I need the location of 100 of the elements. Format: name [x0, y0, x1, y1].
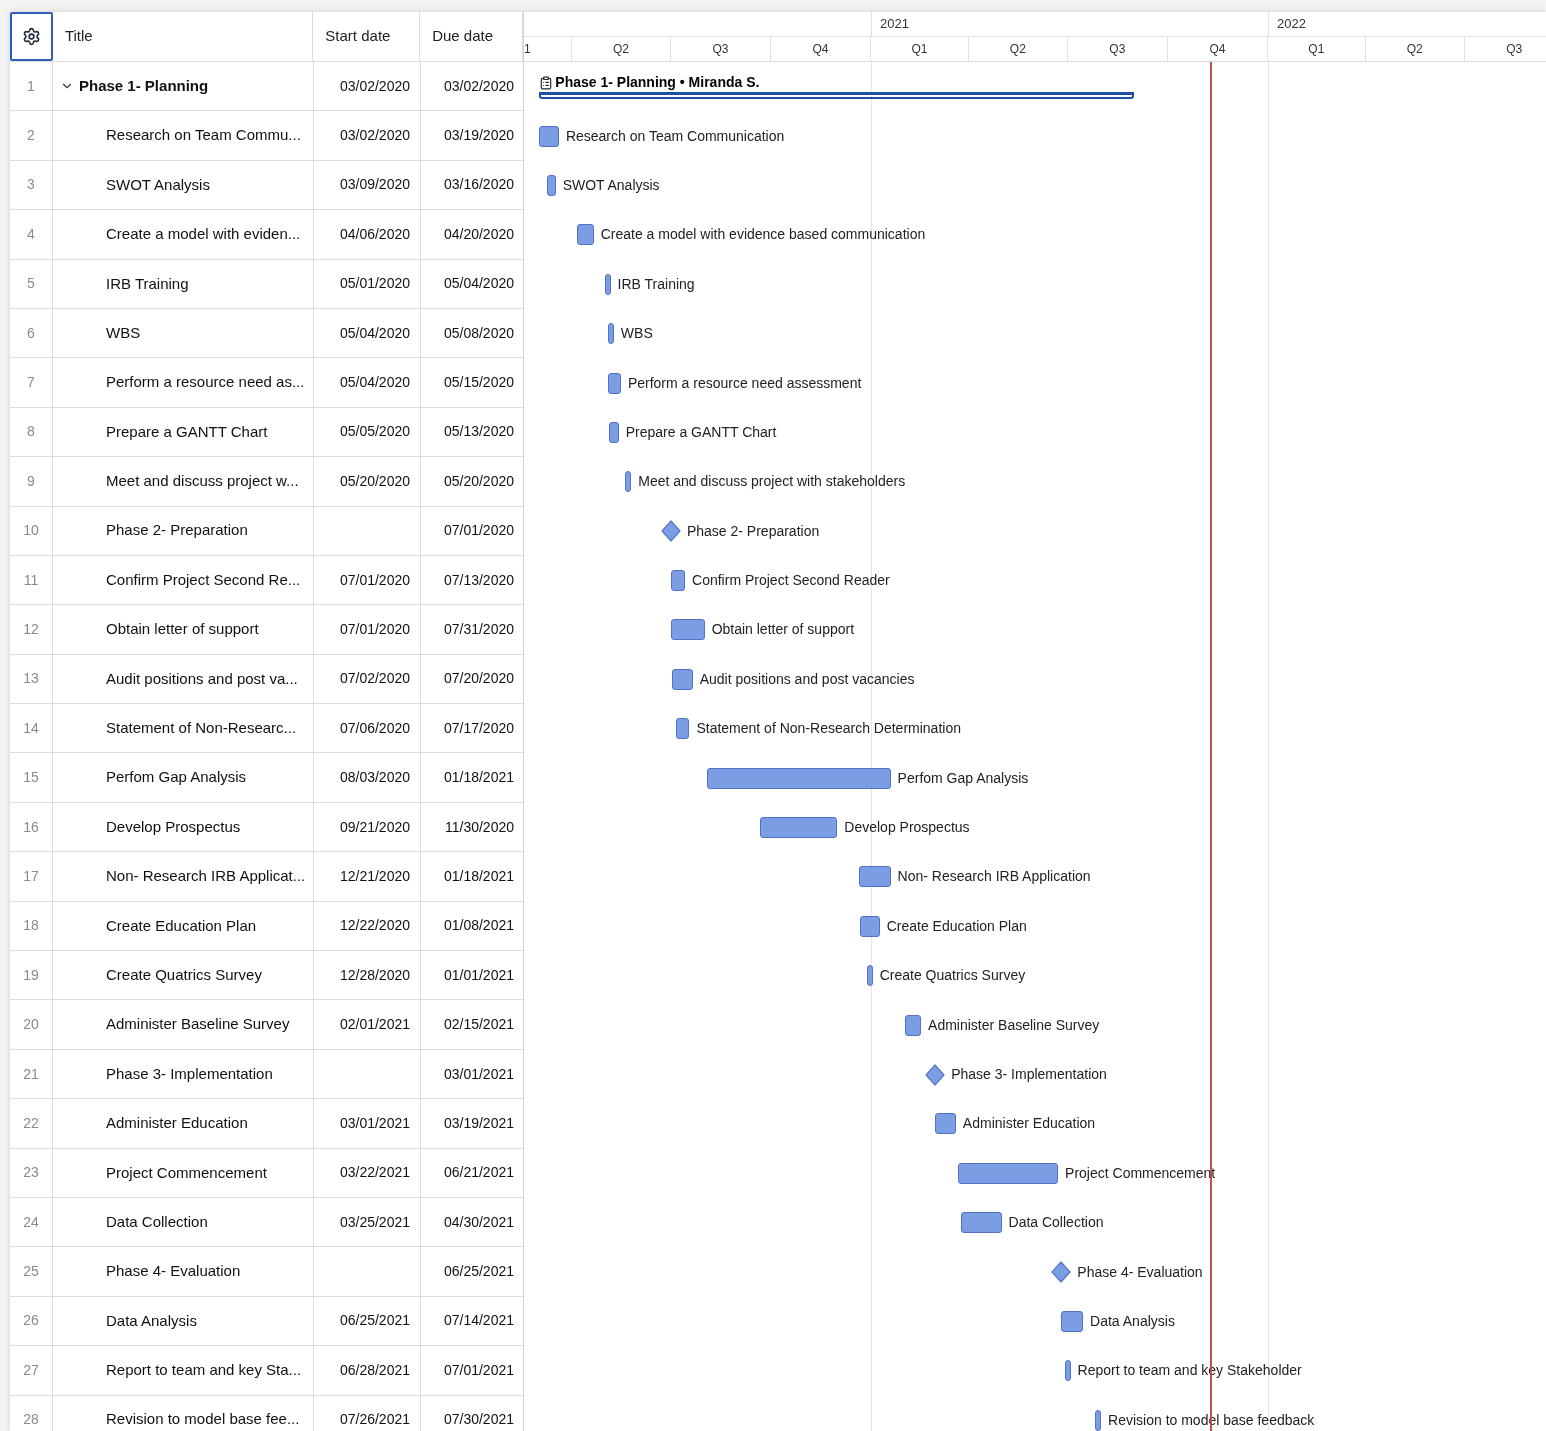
task-bar[interactable] — [625, 471, 632, 493]
start-date-cell[interactable]: 12/28/2020 — [314, 951, 421, 1000]
due-date-cell[interactable]: 05/04/2020 — [421, 259, 524, 308]
title-cell[interactable]: Administer Baseline Survey — [53, 1000, 314, 1049]
start-date-cell[interactable]: 12/21/2020 — [314, 852, 421, 901]
start-date-cell[interactable]: 12/22/2020 — [314, 901, 421, 951]
task-bar[interactable] — [604, 273, 611, 295]
start-date-cell[interactable]: 03/01/2021 — [314, 1099, 421, 1148]
due-date-cell[interactable]: 05/20/2020 — [421, 457, 524, 506]
task-bar[interactable] — [866, 965, 873, 987]
due-date-cell[interactable]: 05/13/2020 — [421, 407, 524, 457]
start-date-cell[interactable]: 07/06/2020 — [314, 704, 421, 753]
title-cell[interactable]: IRB Training — [53, 259, 314, 308]
start-date-cell[interactable]: 03/02/2020 — [314, 62, 421, 111]
due-date-cell[interactable]: 03/02/2020 — [421, 62, 524, 111]
title-cell[interactable]: Non- Research IRB Applicat... — [53, 852, 314, 901]
title-cell[interactable]: Perform a resource need as... — [53, 358, 314, 407]
due-date-cell[interactable]: 04/30/2021 — [421, 1198, 524, 1247]
task-bar[interactable] — [676, 718, 690, 740]
title-cell[interactable]: Obtain letter of support — [53, 605, 314, 654]
task-bar[interactable] — [859, 866, 891, 888]
task-bar[interactable] — [607, 323, 614, 345]
title-cell[interactable]: Research on Team Commu... — [53, 111, 314, 160]
due-date-cell[interactable]: 04/20/2020 — [421, 210, 524, 259]
column-header[interactable]: Start date — [313, 12, 421, 61]
due-date-cell[interactable]: 03/19/2020 — [421, 111, 524, 160]
start-date-cell[interactable]: 09/21/2020 — [314, 802, 421, 852]
start-date-cell[interactable]: 07/01/2020 — [314, 555, 421, 605]
due-date-cell[interactable]: 01/08/2021 — [421, 901, 524, 951]
column-header[interactable]: Due date — [420, 12, 523, 61]
settings-button[interactable] — [10, 12, 53, 61]
title-cell[interactable]: Create Education Plan — [53, 901, 314, 951]
title-cell[interactable]: WBS — [53, 308, 314, 358]
due-date-cell[interactable]: 03/01/2021 — [421, 1049, 524, 1099]
title-cell[interactable]: Project Commencement — [53, 1148, 314, 1197]
task-bar[interactable] — [860, 915, 880, 937]
due-date-cell[interactable]: 02/15/2021 — [421, 1000, 524, 1049]
title-cell[interactable]: Meet and discuss project w... — [53, 457, 314, 506]
start-date-cell[interactable]: 02/01/2021 — [314, 1000, 421, 1049]
title-cell[interactable]: Phase 4- Evaluation — [53, 1247, 314, 1296]
title-cell[interactable]: Develop Prospectus — [53, 802, 314, 852]
start-date-cell[interactable]: 08/03/2020 — [314, 753, 421, 802]
task-bar[interactable] — [706, 767, 891, 789]
due-date-cell[interactable]: 11/30/2020 — [421, 802, 524, 852]
due-date-cell[interactable]: 07/17/2020 — [421, 704, 524, 753]
title-cell[interactable]: Data Analysis — [53, 1296, 314, 1346]
title-cell[interactable]: Perfom Gap Analysis — [53, 753, 314, 802]
title-cell[interactable]: Report to team and key Sta... — [53, 1346, 314, 1395]
start-date-cell[interactable]: 03/22/2021 — [314, 1148, 421, 1197]
column-header[interactable]: Title — [52, 12, 314, 61]
title-cell[interactable]: Audit positions and post va... — [53, 654, 314, 704]
title-cell[interactable]: Revision to model base fee... — [53, 1395, 314, 1431]
due-date-cell[interactable]: 03/19/2021 — [421, 1099, 524, 1148]
task-bar[interactable] — [1064, 1360, 1071, 1382]
start-date-cell[interactable]: 07/01/2020 — [314, 605, 421, 654]
task-bar[interactable] — [546, 174, 556, 196]
title-cell[interactable]: Create a model with eviden... — [53, 210, 314, 259]
title-cell[interactable]: Administer Education — [53, 1099, 314, 1148]
due-date-cell[interactable]: 07/14/2021 — [421, 1296, 524, 1346]
task-bar[interactable] — [1061, 1310, 1084, 1332]
start-date-cell[interactable]: 04/06/2020 — [314, 210, 421, 259]
start-date-cell[interactable]: 05/05/2020 — [314, 407, 421, 457]
due-date-cell[interactable]: 06/25/2021 — [421, 1247, 524, 1296]
start-date-cell[interactable]: 07/26/2021 — [314, 1395, 421, 1431]
title-cell[interactable]: Statement of Non-Researc... — [53, 704, 314, 753]
due-date-cell[interactable]: 07/13/2020 — [421, 555, 524, 605]
task-bar[interactable] — [608, 421, 619, 443]
task-bar[interactable] — [670, 570, 686, 592]
start-date-cell[interactable]: 03/02/2020 — [314, 111, 421, 160]
task-bar[interactable] — [958, 1162, 1059, 1184]
task-bar[interactable] — [760, 817, 838, 839]
task-bar[interactable] — [672, 668, 693, 690]
start-date-cell[interactable]: 03/09/2020 — [314, 160, 421, 210]
start-date-cell[interactable]: 05/01/2020 — [314, 259, 421, 308]
title-cell[interactable]: Phase 1- Planning — [53, 62, 314, 111]
start-date-cell[interactable]: 03/25/2021 — [314, 1198, 421, 1247]
task-bar[interactable] — [1095, 1409, 1102, 1431]
due-date-cell[interactable]: 07/01/2021 — [421, 1346, 524, 1395]
due-date-cell[interactable]: 05/08/2020 — [421, 308, 524, 358]
milestone-diamond-icon[interactable] — [660, 520, 681, 543]
title-cell[interactable]: Data Collection — [53, 1198, 314, 1247]
task-bar[interactable] — [935, 1113, 956, 1135]
due-date-cell[interactable]: 01/01/2021 — [421, 951, 524, 1000]
start-date-cell[interactable]: 05/04/2020 — [314, 308, 421, 358]
milestone-diamond-icon[interactable] — [1051, 1261, 1072, 1284]
due-date-cell[interactable]: 07/20/2020 — [421, 654, 524, 704]
title-cell[interactable]: Create Quatrics Survey — [53, 951, 314, 1000]
due-date-cell[interactable]: 06/21/2021 — [421, 1148, 524, 1197]
due-date-cell[interactable]: 07/31/2020 — [421, 605, 524, 654]
task-bar[interactable] — [904, 1014, 922, 1036]
start-date-cell[interactable]: 07/02/2020 — [314, 654, 421, 704]
due-date-cell[interactable]: 03/16/2020 — [421, 160, 524, 210]
due-date-cell[interactable]: 01/18/2021 — [421, 753, 524, 802]
title-cell[interactable]: Phase 3- Implementation — [53, 1049, 314, 1099]
start-date-cell[interactable]: 05/04/2020 — [314, 358, 421, 407]
start-date-cell[interactable]: 05/20/2020 — [314, 457, 421, 506]
due-date-cell[interactable]: 01/18/2021 — [421, 852, 524, 901]
start-date-cell[interactable]: 06/28/2021 — [314, 1346, 421, 1395]
start-date-cell[interactable]: 06/25/2021 — [314, 1296, 421, 1346]
due-date-cell[interactable]: 05/15/2020 — [421, 358, 524, 407]
